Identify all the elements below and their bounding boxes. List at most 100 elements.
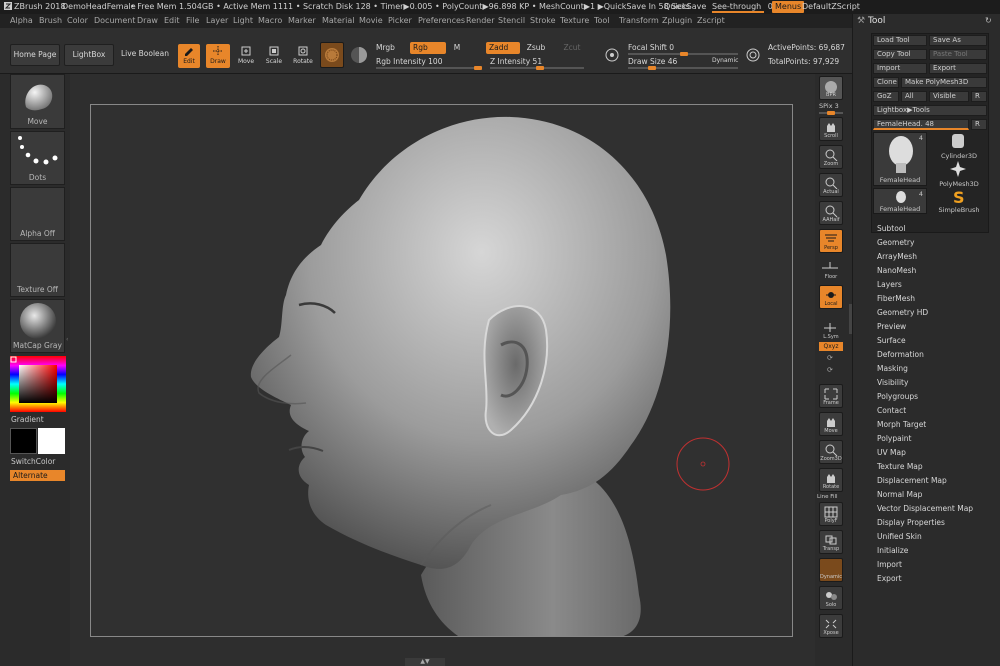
section-initialize[interactable]: Initialize — [877, 546, 908, 555]
section-preview[interactable]: Preview — [877, 322, 906, 331]
dynamic-persp-button[interactable]: Dynamic — [819, 558, 843, 582]
rotate-view-button[interactable]: Rotate — [819, 468, 843, 492]
z-intensity-slider[interactable] — [490, 66, 584, 70]
menu-movie[interactable]: Movie — [359, 14, 383, 28]
see-through-slider[interactable]: See-through 0 — [712, 0, 773, 14]
home-page-button[interactable]: Home Page — [10, 44, 60, 66]
section-geometry[interactable]: Geometry — [877, 238, 914, 247]
spix-label[interactable]: SPix 3 — [819, 102, 839, 110]
goz-button[interactable]: GoZ — [873, 91, 899, 102]
move-button[interactable]: Move — [234, 44, 258, 68]
section-morph-target[interactable]: Morph Target — [877, 420, 926, 429]
stroke-selector[interactable]: Dots — [10, 131, 65, 185]
scroll-button[interactable]: Scroll — [819, 117, 843, 141]
tool-palette-header[interactable]: ⚒ Tool — [857, 14, 885, 28]
persp-button[interactable]: Persp — [819, 229, 843, 253]
menu-file[interactable]: File — [186, 14, 199, 28]
import-button[interactable]: Import — [873, 63, 927, 74]
z-rotation-icon[interactable]: ⟳ — [827, 366, 833, 374]
section-display-properties[interactable]: Display Properties — [877, 518, 945, 527]
dynamic-toggle[interactable]: Dynamic — [712, 57, 738, 67]
draw-size-slider[interactable] — [628, 66, 738, 70]
menu-document[interactable]: Document — [94, 14, 135, 28]
material-swatch-button[interactable] — [320, 42, 344, 68]
menu-picker[interactable]: Picker — [388, 14, 412, 28]
zoom3d-button[interactable]: Zoom3D — [819, 440, 843, 464]
tool-thumb-simplebrush[interactable]: S SimpleBrush — [931, 188, 987, 214]
menu-edit[interactable]: Edit — [164, 14, 180, 28]
quicksave-button[interactable]: QuickSave — [664, 0, 706, 14]
goz-r-button[interactable]: R — [971, 91, 987, 102]
scale-button[interactable]: Scale — [262, 44, 286, 68]
section-visibility[interactable]: Visibility — [877, 378, 908, 387]
menu-transform[interactable]: Transform — [619, 14, 659, 28]
goz-visible-button[interactable]: Visible — [929, 91, 969, 102]
section-layers[interactable]: Layers — [877, 280, 902, 289]
y-rotation-icon[interactable]: ⟳ — [827, 354, 833, 362]
bottom-tray-handle[interactable]: ▲▼ — [405, 658, 445, 666]
tool-thumb-cylinder3d[interactable]: Cylinder3D — [931, 132, 987, 160]
section-arraymesh[interactable]: ArrayMesh — [877, 252, 917, 261]
bpr-button[interactable]: BPR — [819, 76, 843, 100]
xpose-button[interactable]: Xpose — [819, 614, 843, 638]
mrgb-toggle[interactable]: Mrgb — [376, 43, 400, 54]
menu-render[interactable]: Render — [466, 14, 494, 28]
focal-shift-slider[interactable] — [628, 52, 738, 56]
zoom-button[interactable]: Zoom — [819, 145, 843, 169]
material-selector[interactable]: MatCap Gray — [10, 299, 65, 353]
rgb-intensity-slider[interactable] — [376, 66, 482, 70]
alternate-toggle[interactable]: Alternate — [10, 470, 65, 481]
section-subtool[interactable]: Subtool — [877, 224, 905, 233]
rgb-toggle[interactable]: Rgb — [410, 42, 446, 54]
menu-material[interactable]: Material — [322, 14, 355, 28]
head-model[interactable] — [91, 105, 793, 637]
tool-thumb-femalehead-2[interactable]: 4 FemaleHead — [873, 188, 927, 214]
brush-selector[interactable]: Move — [10, 74, 65, 129]
section-unified-skin[interactable]: Unified Skin — [877, 532, 922, 541]
section-export[interactable]: Export — [877, 574, 902, 583]
menu-stroke[interactable]: Stroke — [530, 14, 556, 28]
zsub-toggle[interactable]: Zsub — [524, 43, 548, 54]
frame-button[interactable]: Frame — [819, 384, 843, 408]
refresh-icon[interactable]: ↻ — [985, 16, 992, 25]
draw-size-icon-button[interactable] — [742, 44, 764, 66]
menu-color[interactable]: Color — [67, 14, 88, 28]
floor-button[interactable]: Floor — [819, 257, 843, 281]
menu-texture[interactable]: Texture — [560, 14, 589, 28]
xyz-rotation-toggle[interactable]: Qxyz — [819, 342, 843, 351]
menu-preferences[interactable]: Preferences — [418, 14, 465, 28]
lightbox-button[interactable]: LightBox — [64, 44, 114, 66]
menu-alpha[interactable]: Alpha — [10, 14, 33, 28]
live-boolean-button[interactable]: Live Boolean — [118, 44, 172, 66]
alpha-selector[interactable]: Alpha Off — [10, 187, 65, 241]
color-picker[interactable] — [10, 356, 66, 412]
zcut-toggle[interactable]: Zcut — [560, 43, 584, 54]
spix-slider[interactable] — [819, 111, 843, 115]
polyf-button[interactable]: PolyF — [819, 502, 843, 526]
default-zscript-button[interactable]: DefaultZScript — [802, 0, 860, 14]
tool-thumb-polymesh3d[interactable]: PolyMesh3D — [931, 160, 987, 188]
section-masking[interactable]: Masking — [877, 364, 908, 373]
menu-stencil[interactable]: Stencil — [498, 14, 525, 28]
menu-zplugin[interactable]: Zplugin — [662, 14, 692, 28]
section-normal-map[interactable]: Normal Map — [877, 490, 922, 499]
section-deformation[interactable]: Deformation — [877, 350, 924, 359]
local-button[interactable]: Local — [819, 285, 843, 309]
section-contact[interactable]: Contact — [877, 406, 906, 415]
make-polymesh-button[interactable]: Make PolyMesh3D — [901, 77, 987, 88]
section-vector-displacement-map[interactable]: Vector Displacement Map — [877, 504, 973, 513]
section-surface[interactable]: Surface — [877, 336, 906, 345]
texture-selector[interactable]: Texture Off — [10, 243, 65, 297]
focal-shift-icon-button[interactable] — [600, 44, 624, 66]
edit-button[interactable]: Edit — [178, 44, 200, 68]
menu-marker[interactable]: Marker — [288, 14, 316, 28]
zadd-toggle[interactable]: Zadd — [486, 42, 520, 54]
solo-button[interactable]: Solo — [819, 586, 843, 610]
menu-light[interactable]: Light — [233, 14, 253, 28]
gradient-label[interactable]: Gradient — [11, 415, 44, 424]
section-texture-map[interactable]: Texture Map — [877, 462, 923, 471]
brush-preview-button[interactable] — [348, 42, 370, 68]
section-polygroups[interactable]: Polygroups — [877, 392, 918, 401]
rotate-button[interactable]: Rotate — [290, 44, 316, 68]
lsym-button[interactable]: L.Sym — [819, 317, 843, 341]
